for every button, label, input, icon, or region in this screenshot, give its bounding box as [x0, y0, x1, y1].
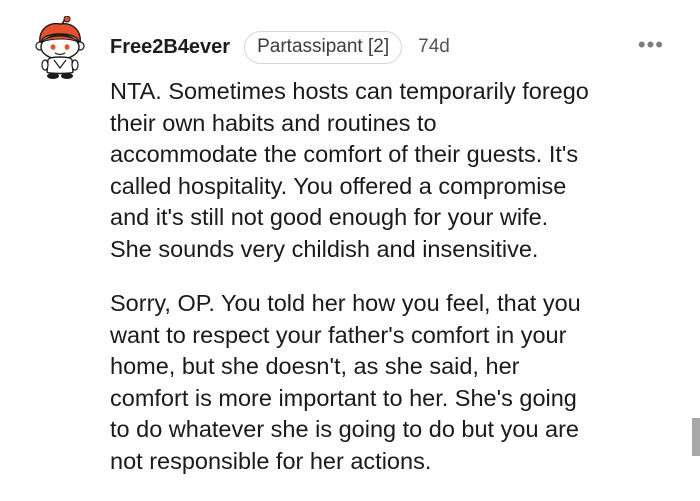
user-flair-badge: Partassipant [2]: [244, 30, 403, 64]
username-link[interactable]: Free2B4ever: [110, 36, 230, 59]
reddit-snoo-avatar-icon: [35, 15, 85, 79]
comment-body: NTA. Sometimes hosts can temporarily for…: [110, 76, 685, 477]
avatar[interactable]: [34, 15, 86, 80]
comment-age: 74d: [418, 36, 450, 57]
comment: Free2B4ever Partassipant [2] 74d ••• NTA…: [0, 0, 700, 501]
comment-paragraph: Sorry, OP. You told her how you feel, th…: [110, 290, 581, 474]
comment-paragraph: NTA. Sometimes hosts can temporarily for…: [110, 78, 589, 262]
comment-header: Free2B4ever Partassipant [2] 74d: [110, 30, 450, 64]
more-options-icon[interactable]: •••: [638, 34, 664, 56]
scrollbar-thumb[interactable]: [692, 418, 700, 456]
